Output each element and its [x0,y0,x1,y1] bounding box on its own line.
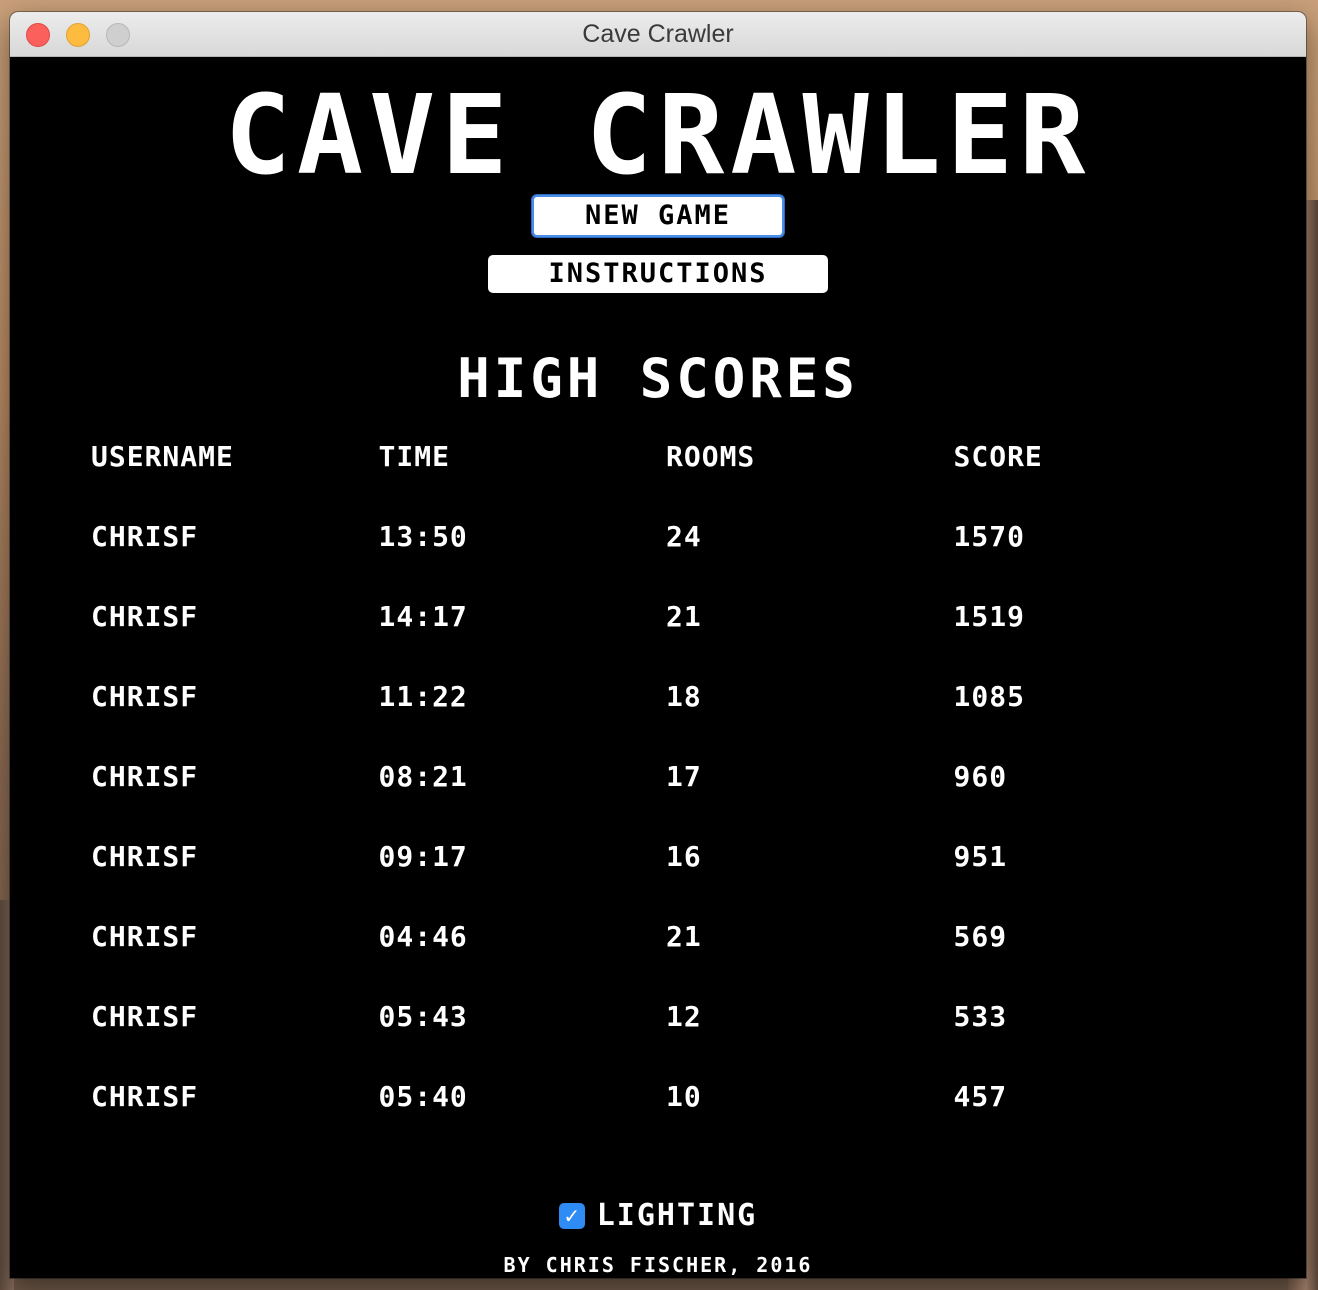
time-cell: 09:17 [378,840,468,873]
lighting-label[interactable]: LIGHTING [597,1199,758,1233]
rooms-cell: 12 [666,1000,702,1033]
rooms-cell: 24 [666,520,702,553]
column-header-rooms: ROOMS [666,440,756,473]
game-title: CAVE CRAWLER [224,71,1092,199]
title-bar[interactable]: Cave Crawler [10,12,1306,57]
time-cell: 05:43 [378,1000,468,1033]
username-cell: CHRISF [91,520,199,553]
rooms-cell: 17 [666,760,702,793]
username-cell: CHRISF [91,680,199,713]
score-cell: 1519 [953,600,1025,633]
table-row: CHRISF 11:22 18 1085 [91,677,1241,757]
window-title: Cave Crawler [582,20,734,48]
high-scores-table: USERNAME TIME ROOMS SCORE CHRISF 13:50 2… [91,437,1241,1157]
username-cell: CHRISF [91,760,199,793]
rooms-cell: 10 [666,1080,702,1113]
time-cell: 08:21 [378,760,468,793]
time-cell: 13:50 [378,520,468,553]
new-game-button[interactable]: NEW GAME [532,195,784,237]
username-cell: CHRISF [91,1000,199,1033]
score-cell: 1085 [953,680,1025,713]
column-header-username: USERNAME [91,440,234,473]
table-row: CHRISF 05:40 10 457 [91,1077,1241,1157]
score-cell: 457 [953,1080,1008,1113]
username-cell: CHRISF [91,600,199,633]
score-cell: 569 [953,920,1008,953]
score-cell: 533 [953,1000,1008,1033]
time-cell: 14:17 [378,600,468,633]
table-row: CHRISF 04:46 21 569 [91,917,1241,997]
table-row: CHRISF 08:21 17 960 [91,757,1241,837]
time-cell: 11:22 [378,680,468,713]
lighting-toggle[interactable]: ✓ LIGHTING [10,1199,1306,1233]
app-window: Cave Crawler CAVE CRAWLER NEW GAME INSTR… [10,12,1306,1278]
time-cell: 05:40 [378,1080,468,1113]
column-header-score: SCORE [953,440,1043,473]
score-cell: 960 [953,760,1008,793]
rooms-cell: 16 [666,840,702,873]
column-header-time: TIME [378,440,450,473]
high-scores-heading: HIGH SCORES [457,347,859,410]
username-cell: CHRISF [91,1080,199,1113]
checkmark-icon[interactable]: ✓ [558,1203,585,1229]
time-cell: 04:46 [378,920,468,953]
score-cell: 1570 [953,520,1025,553]
table-row: CHRISF 05:43 12 533 [91,997,1241,1077]
rooms-cell: 21 [666,920,702,953]
username-cell: CHRISF [91,840,199,873]
game-screen: CAVE CRAWLER NEW GAME INSTRUCTIONS HIGH … [10,57,1306,1278]
rooms-cell: 18 [666,680,702,713]
credit-text: BY CHRIS FISCHER, 2016 [503,1253,813,1277]
table-header-row: USERNAME TIME ROOMS SCORE [91,437,1241,517]
instructions-button[interactable]: INSTRUCTIONS [488,255,828,293]
table-row: CHRISF 14:17 21 1519 [91,597,1241,677]
table-row: CHRISF 09:17 16 951 [91,837,1241,917]
table-row: CHRISF 13:50 24 1570 [91,517,1241,597]
username-cell: CHRISF [91,920,199,953]
rooms-cell: 21 [666,600,702,633]
score-cell: 951 [953,840,1008,873]
